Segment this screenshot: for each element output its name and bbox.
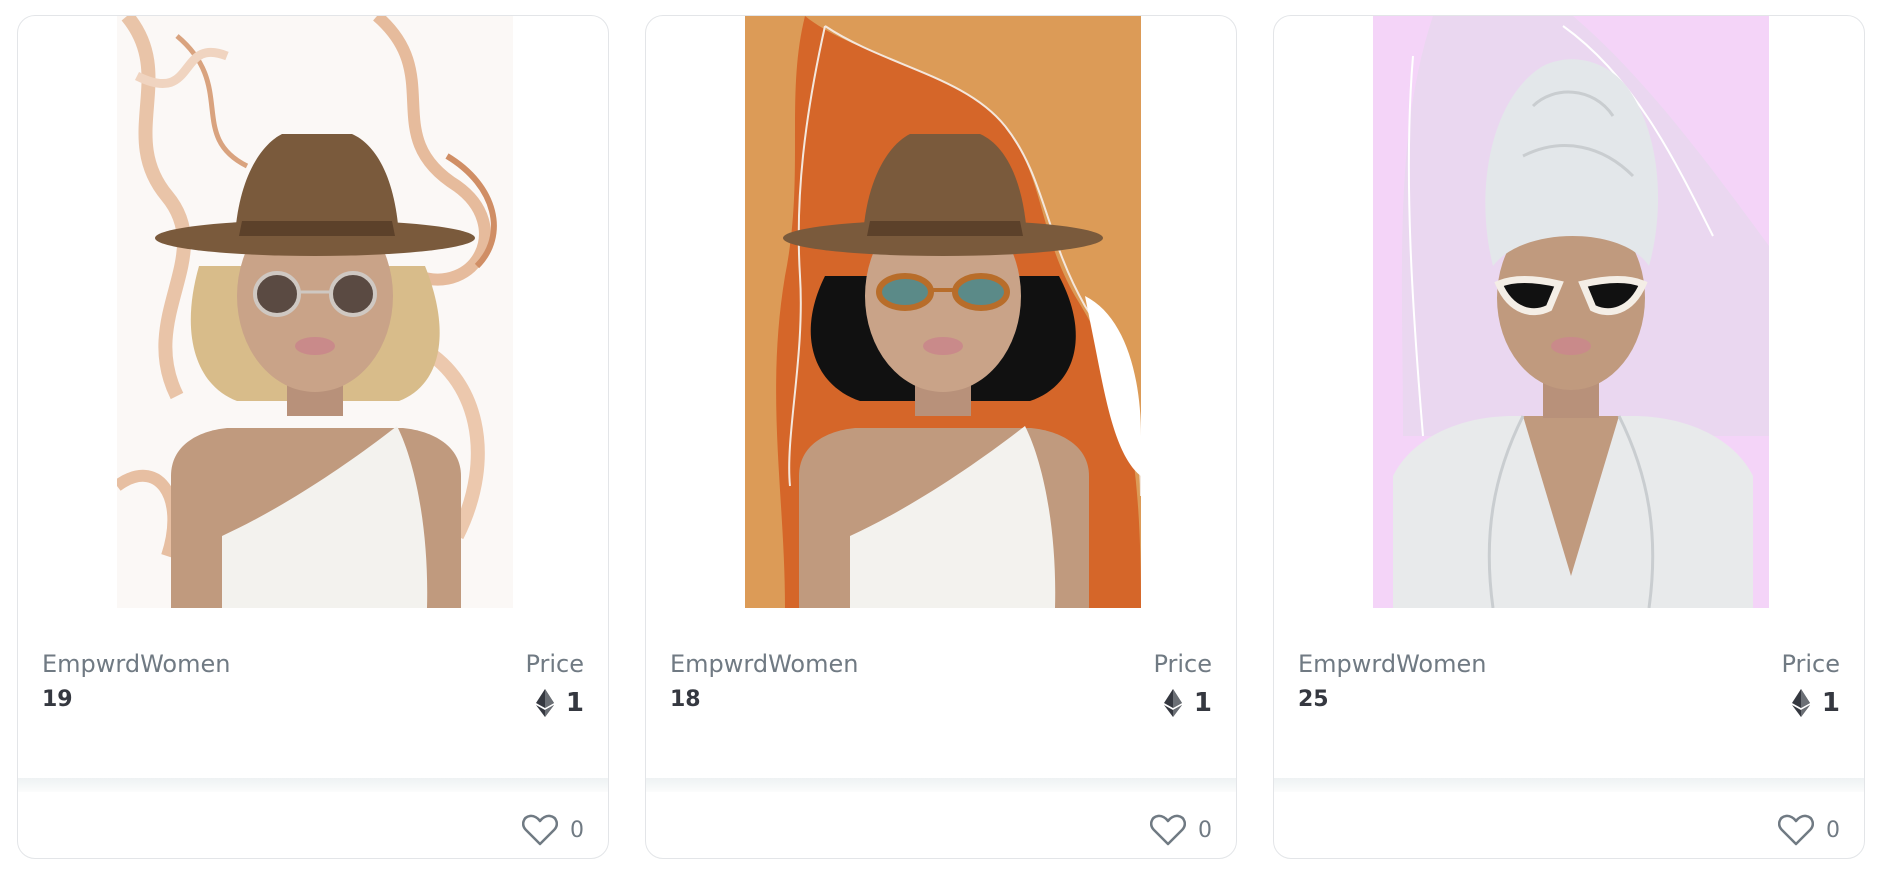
price: 1 — [1163, 688, 1212, 718]
ethereum-icon — [1163, 689, 1182, 717]
artwork-woman-towel — [1373, 16, 1769, 608]
token-id: 18 — [670, 687, 701, 712]
card-footer: 0 — [1274, 792, 1864, 858]
like-button[interactable]: 0 — [1778, 814, 1840, 846]
collection-name[interactable]: EmpwrdWomen — [670, 650, 858, 678]
heart-icon — [1778, 814, 1814, 846]
card-divider — [646, 778, 1236, 792]
nft-image[interactable] — [18, 16, 608, 608]
nft-image[interactable] — [1274, 16, 1864, 608]
price: 1 — [535, 688, 584, 718]
ethereum-icon — [1791, 689, 1810, 717]
collection-name[interactable]: EmpwrdWomen — [1298, 650, 1486, 678]
like-count: 0 — [1198, 817, 1212, 843]
card-footer: 0 — [646, 792, 1236, 858]
nft-image[interactable] — [646, 16, 1236, 608]
like-count: 0 — [570, 817, 584, 843]
price-label: Price — [525, 650, 584, 678]
price-label: Price — [1153, 650, 1212, 678]
artwork-woman-orange — [745, 16, 1141, 608]
nft-card[interactable]: EmpwrdWomen 18 Price 1 0 — [645, 15, 1237, 859]
like-count: 0 — [1826, 817, 1840, 843]
collection-name[interactable]: EmpwrdWomen — [42, 650, 230, 678]
nft-card[interactable]: EmpwrdWomen 25 Price 1 0 — [1273, 15, 1865, 859]
card-info: EmpwrdWomen 25 Price 1 — [1298, 650, 1840, 720]
price-label: Price — [1781, 650, 1840, 678]
price: 1 — [1791, 688, 1840, 718]
price-value: 1 — [1193, 688, 1212, 718]
like-button[interactable]: 0 — [522, 814, 584, 846]
token-id: 19 — [42, 687, 73, 712]
card-info: EmpwrdWomen 19 Price 1 — [42, 650, 584, 720]
price-value: 1 — [1821, 688, 1840, 718]
artwork-woman-in-hat — [117, 16, 513, 608]
card-divider — [18, 778, 608, 792]
nft-card[interactable]: EmpwrdWomen 19 Price 1 0 — [17, 15, 609, 859]
price-value: 1 — [565, 688, 584, 718]
heart-icon — [522, 814, 558, 846]
nft-card-grid: EmpwrdWomen 19 Price 1 0 EmpwrdWomen 18 … — [0, 0, 1884, 878]
ethereum-icon — [535, 689, 554, 717]
heart-icon — [1150, 814, 1186, 846]
card-divider — [1274, 778, 1864, 792]
like-button[interactable]: 0 — [1150, 814, 1212, 846]
card-footer: 0 — [18, 792, 608, 858]
card-info: EmpwrdWomen 18 Price 1 — [670, 650, 1212, 720]
token-id: 25 — [1298, 687, 1329, 712]
